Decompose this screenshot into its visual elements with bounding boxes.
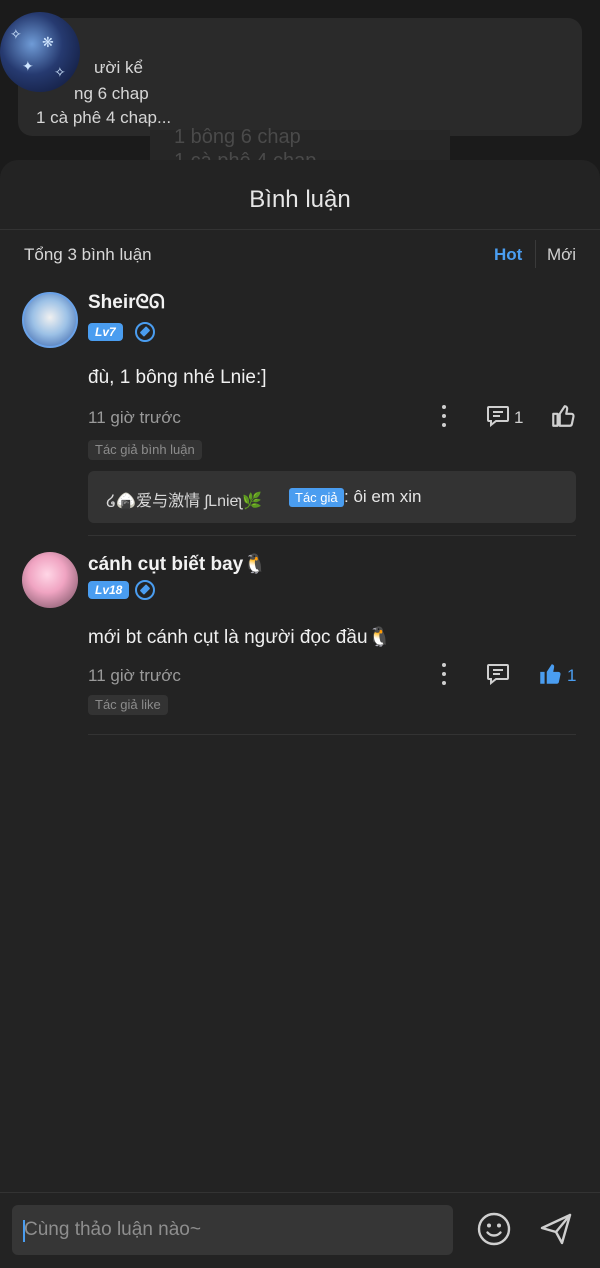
more-options-icon[interactable]: [441, 663, 447, 685]
story-line: 1 cà phê 4 chap...: [36, 108, 172, 127]
sort-new-tab[interactable]: Mới: [547, 245, 576, 265]
comment-tag: Tác giả bình luận: [88, 440, 202, 460]
send-icon[interactable]: [538, 1211, 574, 1247]
comment-text: đù, 1 bông nhé Lnie:]: [88, 367, 267, 388]
sort-hot-tab[interactable]: Hot: [494, 245, 522, 265]
avatar[interactable]: [22, 292, 78, 348]
story-avatar: ✧ ❋ ✦ ✧: [0, 12, 80, 92]
ghost-line: 1 bông 6 chap: [174, 126, 301, 148]
comment-text: mới bt cánh cụt là người đọc đầu🐧: [88, 627, 392, 648]
divider: [88, 535, 576, 536]
reply-icon[interactable]: [486, 663, 510, 685]
level-badge: Lv18: [88, 581, 130, 599]
comment-time: 11 giờ trước: [88, 408, 181, 427]
verified-badge-icon: [135, 580, 155, 600]
text-caret: [23, 1220, 25, 1242]
sheet-title: Bình luận: [249, 186, 351, 213]
comment-username[interactable]: cánh cụt biết bay🐧: [88, 552, 267, 576]
author-badge: Tác giả: [289, 488, 344, 507]
story-card: ười kể ng 6 chap 1 cà phê 4 chap...: [18, 18, 582, 136]
comment-username[interactable]: Sheirᘓᘏ: [88, 292, 165, 314]
reply-icon[interactable]: [486, 405, 510, 427]
reply-text: : ôi em xin: [344, 487, 422, 506]
comment-count: Tổng 3 bình luận: [24, 245, 152, 264]
reply-preview[interactable]: ໒🍙爱与激情 ʃLnieʅ🌿 Tác giả : ôi em xin: [88, 471, 576, 523]
like-icon[interactable]: [550, 403, 576, 429]
comment-time: 11 giờ trước: [88, 666, 181, 685]
like-count: 1: [567, 666, 577, 685]
emoji-icon[interactable]: [477, 1212, 511, 1246]
divider: [0, 1192, 600, 1193]
comment-sheet: Bình luận Tổng 3 bình luận Hot Mới Sheir…: [0, 160, 600, 1268]
verified-badge-icon: [135, 322, 155, 342]
divider: [535, 240, 536, 268]
comment-input[interactable]: [12, 1205, 453, 1255]
avatar[interactable]: [22, 552, 78, 608]
liked-icon[interactable]: [537, 661, 563, 687]
reply-count: 1: [514, 408, 524, 427]
more-options-icon[interactable]: [441, 405, 447, 427]
divider: [88, 734, 576, 735]
reply-username: ໒🍙爱与激情 ʃLnieʅ🌿: [106, 493, 262, 510]
comment-tag: Tác giả like: [88, 695, 168, 715]
level-badge: Lv7: [88, 323, 123, 341]
divider: [0, 229, 600, 230]
story-line: ng 6 chap: [74, 84, 149, 103]
story-line: ười kể: [94, 58, 143, 77]
